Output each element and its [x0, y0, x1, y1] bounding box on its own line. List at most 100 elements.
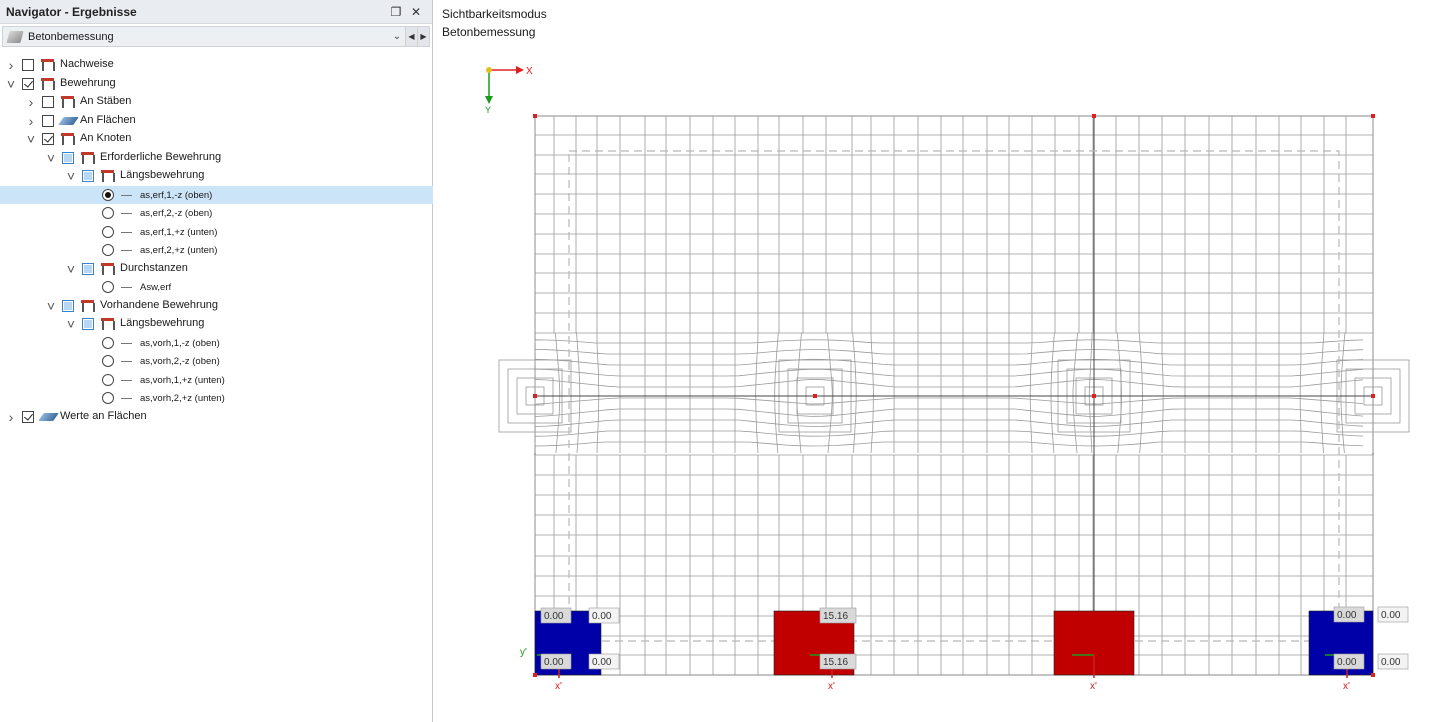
value-label: 0.00 — [1337, 610, 1357, 621]
line-icon — [121, 398, 132, 399]
chevron-right-icon[interactable]: › — [4, 56, 18, 74]
result-type-value: Betonbemessung — [28, 30, 114, 43]
tree-radio[interactable] — [102, 355, 114, 367]
tree-item[interactable]: › Werte an Flächen — [0, 408, 433, 426]
tree-item-label: Erforderliche Bewehrung — [100, 150, 222, 163]
chevron-down-icon[interactable]: ˅ — [24, 130, 38, 148]
line-icon — [121, 231, 132, 233]
value-label: 0.00 — [592, 657, 612, 668]
mesh-line — [576, 332, 581, 454]
tree-radio[interactable] — [102, 392, 114, 404]
mesh-line — [554, 332, 561, 454]
chevron-down-icon[interactable]: ⌄ — [389, 31, 405, 42]
mesh-line — [1161, 333, 1164, 453]
tree-item[interactable]: as,erf,1,+z (unten) — [0, 223, 433, 241]
chevron-down-icon[interactable]: ˅ — [4, 75, 18, 93]
tree-checkbox[interactable] — [22, 77, 34, 90]
line-icon — [121, 287, 132, 288]
tree-item-label: Längsbewehrung — [120, 317, 205, 329]
tree-item[interactable]: ˅ An Knoten — [0, 130, 433, 148]
value-label: 0.00 — [1337, 657, 1357, 668]
mesh-line — [596, 333, 600, 454]
tree-item[interactable]: ˅ Längsbewehrung — [0, 167, 433, 185]
chevron-right-icon[interactable]: › — [4, 408, 18, 426]
mesh-line — [1088, 332, 1093, 454]
tree-checkbox[interactable] — [82, 170, 94, 182]
tree-item[interactable]: › An Stäben — [0, 93, 433, 111]
tree-checkbox[interactable] — [82, 262, 94, 275]
local-x-label: x' — [1343, 681, 1350, 692]
model-canvas[interactable]: x' x' x' x' y' 0.00 0.00 0.00 0.00 15.16 15.16 0.00… — [434, 0, 1438, 722]
chevron-down-icon[interactable]: ˅ — [64, 260, 78, 278]
mesh-line — [534, 397, 1364, 405]
chevron-down-icon[interactable]: ˅ — [44, 149, 58, 167]
node-point — [1371, 114, 1375, 118]
line-icon — [121, 194, 132, 196]
tree-item[interactable]: ˅ Vorhandene Bewehrung — [0, 297, 433, 315]
line-icon — [121, 342, 132, 344]
tree-checkbox[interactable] — [62, 151, 74, 164]
tree-radio[interactable] — [102, 373, 114, 386]
tree-item[interactable]: ˅ Bewehrung — [0, 75, 433, 93]
arrow-down-icon — [485, 96, 493, 104]
tree-radio[interactable] — [102, 281, 114, 293]
tree-radio[interactable] — [102, 188, 114, 201]
close-icon[interactable]: ✕ — [406, 5, 426, 19]
chevron-down-icon[interactable]: ˅ — [44, 297, 58, 315]
tree-checkbox[interactable] — [22, 59, 34, 71]
tree-item[interactable]: as,erf,2,+z (unten) — [0, 241, 433, 259]
tree-item-label: as,erf,1,+z (unten) — [140, 226, 218, 238]
pin-icon[interactable]: ❐ — [386, 5, 406, 19]
mesh-line — [755, 332, 759, 454]
tree-checkbox[interactable] — [62, 299, 74, 312]
tree-item[interactable]: ˅ Längsbewehrung — [0, 315, 433, 333]
mesh-line — [1138, 332, 1143, 454]
node-point — [1092, 394, 1096, 398]
tree-item[interactable]: as,erf,2,-z (oben) — [0, 204, 433, 222]
tree-item[interactable]: as,vorh,2,+z (unten) — [0, 389, 433, 407]
tree-item-label: An Stäben — [80, 95, 132, 107]
chevron-right-icon[interactable]: › — [24, 112, 38, 130]
viewport[interactable]: Sichtbarkeitsmodus Betonbemessung x' x' x'… — [434, 0, 1438, 722]
local-x-label: x' — [828, 681, 835, 692]
tree-item[interactable]: Asw,erf — [0, 278, 433, 296]
tree-item-label: as,vorh,2,+z (unten) — [140, 393, 225, 404]
tree-item[interactable]: as,vorh,1,-z (oben) — [0, 334, 433, 352]
tree-item[interactable]: ˅ Erforderliche Bewehrung — [0, 149, 433, 167]
frame-icon — [81, 299, 95, 312]
tree-item[interactable]: as,vorh,1,+z (unten) — [0, 371, 433, 389]
node-point — [533, 394, 537, 398]
next-icon[interactable]: ▶ — [417, 27, 429, 46]
tree-radio[interactable] — [102, 225, 114, 238]
chevron-down-icon[interactable]: ˅ — [64, 315, 78, 333]
line-icon — [121, 379, 132, 381]
tree-checkbox[interactable] — [42, 96, 54, 108]
tree-radio[interactable] — [102, 336, 114, 349]
tree-radio[interactable] — [102, 244, 114, 256]
tree-radio[interactable] — [102, 207, 114, 219]
line-icon — [121, 250, 132, 251]
tree-item[interactable]: as,erf,1,-z (oben) — [0, 185, 433, 204]
result-type-dropdown[interactable]: Betonbemessung ⌄ ◀ ▶ — [2, 26, 430, 47]
line-icon — [121, 213, 132, 214]
frame-icon — [41, 59, 55, 71]
tree-checkbox[interactable] — [82, 318, 94, 330]
frame-icon — [101, 262, 115, 275]
tree-item[interactable]: › An Flächen — [0, 112, 433, 130]
mesh-line — [1320, 332, 1325, 454]
arrow-right-icon — [516, 66, 524, 74]
chevron-right-icon[interactable]: › — [24, 93, 38, 111]
tree-checkbox[interactable] — [42, 133, 54, 145]
node-point — [1092, 114, 1096, 118]
value-label: 15.16 — [823, 611, 848, 622]
tree-item[interactable]: › Nachweise — [0, 56, 433, 74]
mesh-line — [534, 441, 1364, 447]
previous-icon[interactable]: ◀ — [405, 27, 417, 46]
chevron-down-icon[interactable]: ˅ — [64, 167, 78, 185]
tree-item[interactable]: as,vorh,2,-z (oben) — [0, 352, 433, 370]
local-y-label: y' — [520, 647, 527, 658]
mesh-line — [534, 408, 1364, 417]
tree-checkbox[interactable] — [22, 410, 34, 423]
tree-checkbox[interactable] — [42, 114, 54, 127]
tree-item[interactable]: ˅ Durchstanzen — [0, 260, 433, 278]
